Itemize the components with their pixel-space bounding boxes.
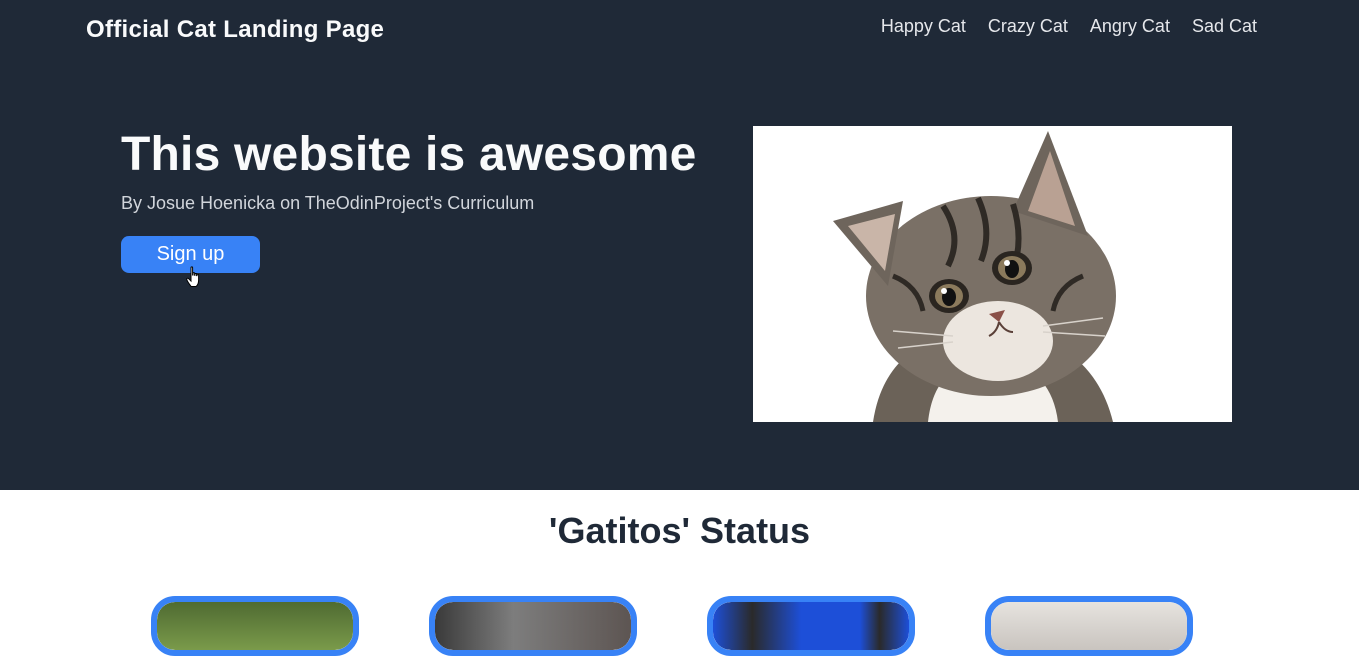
hero-byline: By Josue Hoenicka on TheOdinProject's Cu…: [121, 193, 535, 213]
status-section-title: 'Gatitos' Status: [548, 510, 811, 551]
kitten-photo: [753, 126, 1232, 422]
nav-link-angry-cat[interactable]: Angry Cat: [1090, 16, 1170, 37]
main-nav: Happy Cat Crazy Cat Angry Cat Sad Cat: [881, 16, 1257, 37]
nav-link-crazy-cat[interactable]: Crazy Cat: [988, 16, 1068, 37]
hero-headline: This website is awesome: [121, 128, 697, 181]
hero-section: Official Cat Landing Page Happy Cat Craz…: [0, 0, 1359, 490]
nav-link-sad-cat[interactable]: Sad Cat: [1192, 16, 1257, 37]
cat-status-card-4[interactable]: [985, 596, 1193, 656]
cat-photo-blue-background: [713, 602, 909, 650]
cat-photo-gray: [435, 602, 631, 650]
nav-link-happy-cat[interactable]: Happy Cat: [881, 16, 966, 37]
kitten-illustration: [753, 126, 1232, 422]
cat-photo-white: [991, 602, 1187, 650]
cat-status-card-3[interactable]: [707, 596, 915, 656]
cat-photo-green-background: [157, 602, 353, 650]
cat-status-card-2[interactable]: [429, 596, 637, 656]
cat-status-card-1[interactable]: [151, 596, 359, 656]
hand-cursor-icon: [186, 266, 200, 287]
site-logo-text[interactable]: Official Cat Landing Page: [86, 16, 384, 44]
